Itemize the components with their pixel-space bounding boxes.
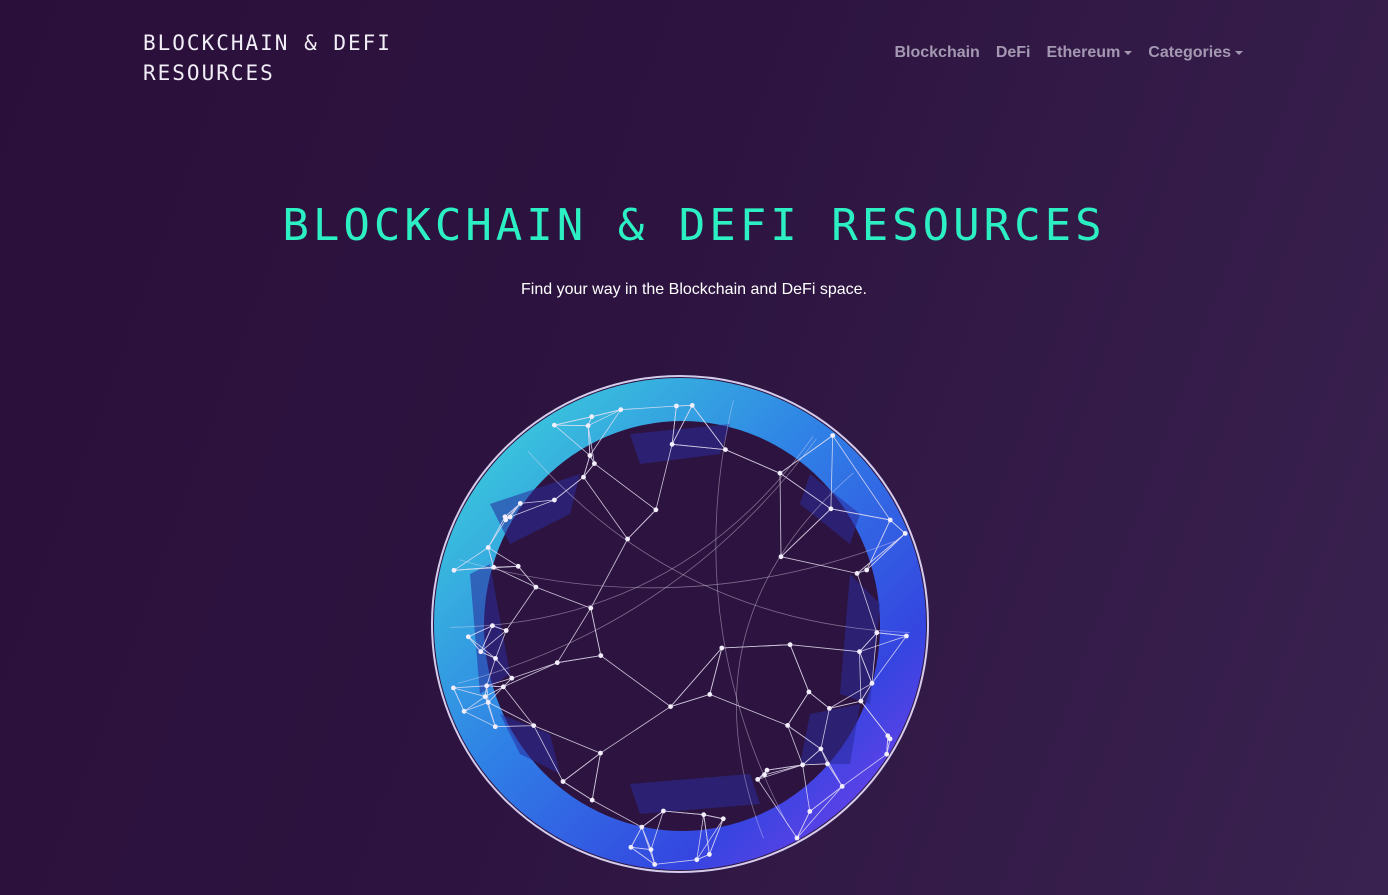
- nav-item-label: DeFi: [995, 44, 1031, 61]
- main-nav: Blockchain DeFi Ethereum Categories: [894, 44, 1243, 62]
- hero-illustration: [430, 374, 930, 874]
- nav-item-categories-dropdown[interactable]: Categories: [1148, 44, 1243, 62]
- nav-item-ethereum-dropdown[interactable]: Ethereum: [1047, 44, 1133, 62]
- wireframe-globe-icon: [431, 375, 929, 873]
- brand-logo-link[interactable]: BLOCKCHAIN & DEFI RESOURCES: [143, 28, 443, 88]
- hero-title: BLOCKCHAIN & DEFI RESOURCES: [282, 200, 1106, 251]
- navbar: BLOCKCHAIN & DEFI RESOURCES Blockchain D…: [0, 0, 1388, 110]
- hero-subtitle: Find your way in the Blockchain and DeFi…: [521, 281, 867, 298]
- brand-line-2: RESOURCES: [143, 61, 275, 85]
- nav-item-label: Blockchain: [894, 44, 980, 61]
- brand-line-1: BLOCKCHAIN & DEFI: [143, 31, 392, 55]
- nav-item-label: Ethereum: [1046, 44, 1121, 61]
- nav-item-blockchain[interactable]: Blockchain: [894, 44, 979, 62]
- caret-down-icon: [1235, 51, 1243, 55]
- nav-item-defi[interactable]: DeFi: [996, 44, 1031, 62]
- caret-down-icon: [1124, 51, 1133, 55]
- nav-item-label: Categories: [1148, 44, 1231, 61]
